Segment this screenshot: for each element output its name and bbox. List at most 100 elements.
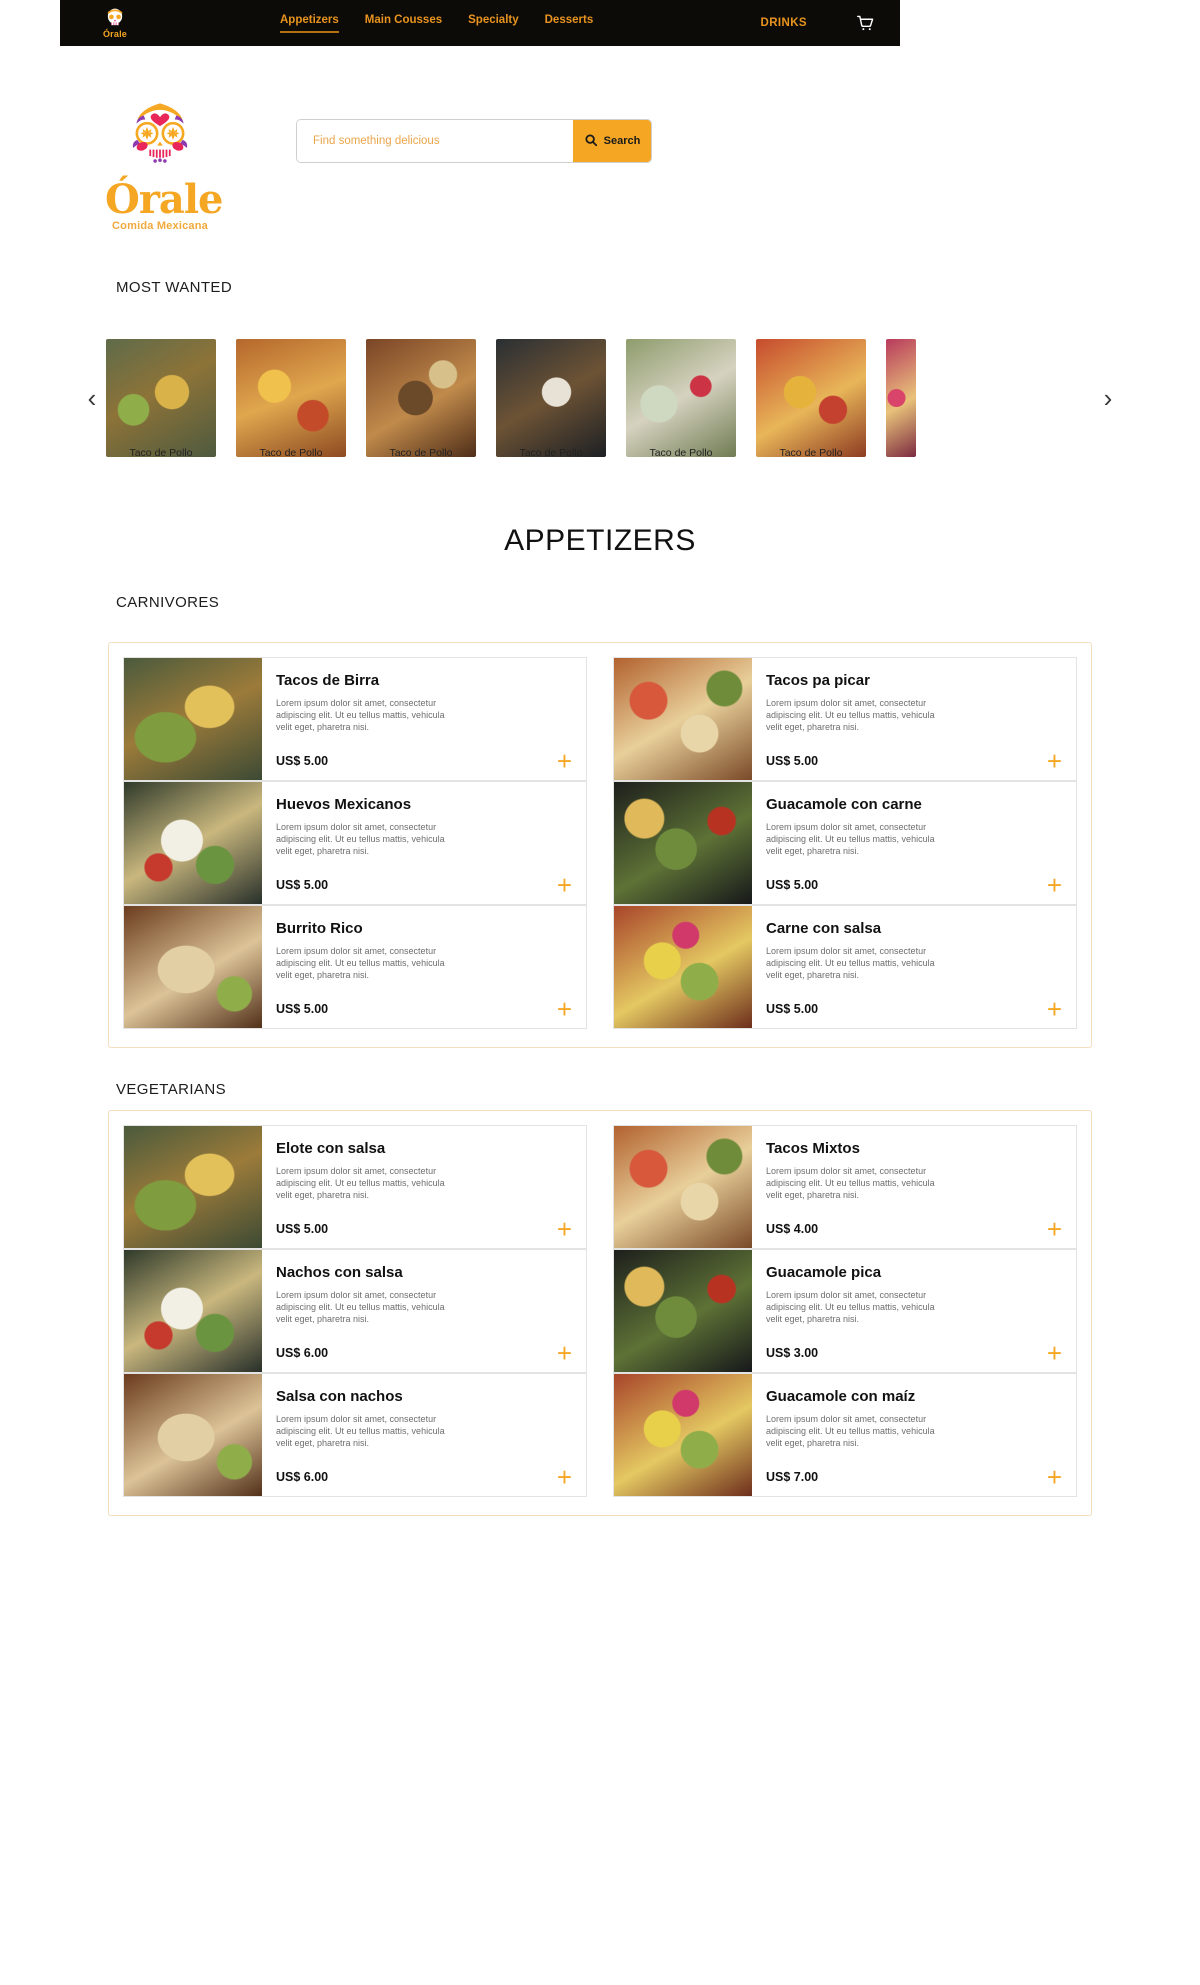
menu-item-card[interactable]: Guacamole con maíz Lorem ipsum dolor sit…	[613, 1373, 1077, 1497]
menu-item-name: Tacos Mixtos	[766, 1140, 860, 1157]
carousel-item[interactable]	[756, 339, 866, 457]
carousel-item[interactable]	[886, 339, 916, 457]
menu-item-card[interactable]: Salsa con nachos Lorem ipsum dolor sit a…	[123, 1373, 587, 1497]
chevron-right-icon[interactable]: ›	[1094, 385, 1122, 411]
brand-tagline: Comida Mexicana	[112, 220, 208, 232]
carousel-item[interactable]	[106, 339, 216, 457]
carousel-caption: Taco de Pollo	[389, 447, 453, 459]
plus-icon[interactable]: +	[1047, 748, 1062, 774]
menu-item-description: Lorem ipsum dolor sit amet, consectetur …	[276, 698, 445, 732]
menu-item-description: Lorem ipsum dolor sit amet, consectetur …	[766, 698, 935, 732]
menu-grid: Elote con salsa Lorem ipsum dolor sit am…	[123, 1125, 1077, 1497]
plus-icon[interactable]: +	[1047, 1216, 1062, 1242]
menu-item-image	[124, 1374, 262, 1496]
menu-grid: Tacos de Birra Lorem ipsum dolor sit ame…	[123, 657, 1077, 1029]
sugar-skull-logo-icon	[119, 96, 201, 174]
menu-item-name: Elote con salsa	[276, 1140, 386, 1157]
menu-item-card[interactable]: Tacos Mixtos Lorem ipsum dolor sit amet,…	[613, 1125, 1077, 1249]
plus-icon[interactable]: +	[557, 1340, 572, 1366]
most-wanted-title: MOST WANTED	[116, 279, 233, 296]
search-icon	[584, 133, 598, 150]
menu-item-price: US$ 5.00	[276, 1222, 329, 1236]
menu-item-image	[614, 1374, 752, 1496]
menu-item-card[interactable]: Carne con salsa Lorem ipsum dolor sit am…	[613, 905, 1077, 1029]
nav-link-specialty[interactable]: Specialty	[468, 14, 519, 33]
carousel-item[interactable]	[366, 339, 476, 457]
menu-item-price: US$ 5.00	[766, 878, 819, 892]
brand-name: Órale	[105, 176, 223, 223]
carousel-caption	[886, 447, 916, 459]
menu-item-card[interactable]: Nachos con salsa Lorem ipsum dolor sit a…	[123, 1249, 587, 1373]
chevron-left-icon[interactable]: ‹	[78, 385, 106, 411]
plus-icon[interactable]: +	[1047, 1464, 1062, 1490]
menu-item-price: US$ 6.00	[276, 1470, 329, 1484]
plus-icon[interactable]: +	[1047, 996, 1062, 1022]
navbar-logo-text: Órale	[102, 29, 127, 39]
menu-item-name: Tacos pa picar	[766, 672, 870, 689]
menu-item-image	[614, 782, 752, 904]
search-button[interactable]: Search	[573, 120, 651, 162]
menu-item-name: Burrito Rico	[276, 920, 363, 937]
navbar-logo[interactable]: Órale	[80, 7, 150, 39]
menu-item-card[interactable]: Elote con salsa Lorem ipsum dolor sit am…	[123, 1125, 587, 1249]
menu-item-name: Salsa con nachos	[276, 1388, 403, 1405]
menu-item-image	[614, 906, 752, 1028]
carousel-item[interactable]	[496, 339, 606, 457]
nav-link-appetizers[interactable]: Appetizers	[280, 14, 339, 33]
menu-item-description: Lorem ipsum dolor sit amet, consectetur …	[766, 1166, 935, 1200]
nav-link-main-cousses[interactable]: Main Cousses	[365, 14, 442, 33]
menu-item-card[interactable]: Guacamole pica Lorem ipsum dolor sit ame…	[613, 1249, 1077, 1373]
menu-item-price: US$ 6.00	[276, 1346, 329, 1360]
nav-link-desserts[interactable]: Desserts	[545, 14, 594, 33]
nav-link-drinks[interactable]: DRINKS	[761, 17, 808, 29]
navbar-right: DRINKS	[761, 15, 875, 32]
carousel-item[interactable]	[626, 339, 736, 457]
plus-icon[interactable]: +	[1047, 872, 1062, 898]
carousel-item[interactable]	[236, 339, 346, 457]
menu-item-card[interactable]: Burrito Rico Lorem ipsum dolor sit amet,…	[123, 905, 587, 1029]
carousel-caption: Taco de Pollo	[519, 447, 583, 459]
menu-item-name: Carne con salsa	[766, 920, 882, 937]
section-title-carnivores: CARNIVORES	[116, 594, 220, 611]
search-input[interactable]	[297, 120, 573, 162]
shopping-cart-icon[interactable]	[857, 15, 874, 32]
menu-item-image	[614, 1250, 752, 1372]
carousel-caption: Taco de Pollo	[779, 447, 843, 459]
menu-item-image	[614, 658, 752, 780]
plus-icon[interactable]: +	[1047, 1340, 1062, 1366]
carousel-caption: Taco de Pollo	[129, 447, 193, 459]
menu-item-name: Guacamole con maíz	[766, 1388, 916, 1405]
menu-item-description: Lorem ipsum dolor sit amet, consectetur …	[766, 1414, 935, 1448]
section-title-vegetarians: VEGETARIANS	[116, 1081, 226, 1098]
menu-item-name: Guacamole con carne	[766, 796, 922, 813]
menu-item-image	[614, 1126, 752, 1248]
carousel-caption: Taco de Pollo	[259, 447, 323, 459]
menu-item-price: US$ 4.00	[766, 1222, 819, 1236]
menu-item-description: Lorem ipsum dolor sit amet, consectetur …	[276, 822, 445, 856]
menu-item-description: Lorem ipsum dolor sit amet, consectetur …	[276, 1166, 445, 1200]
top-navbar: Órale Appetizers Main Cousses Specialty …	[60, 0, 900, 46]
plus-icon[interactable]: +	[557, 748, 572, 774]
brand-block: Órale Comida Mexicana	[105, 96, 223, 232]
menu-item-price: US$ 5.00	[766, 1002, 819, 1016]
menu-item-price: US$ 5.00	[276, 878, 329, 892]
menu-page: Órale Appetizers Main Cousses Specialty …	[0, 0, 1200, 1985]
menu-item-name: Tacos de Birra	[276, 672, 380, 689]
menu-item-price: US$ 5.00	[276, 754, 329, 768]
menu-item-name: Nachos con salsa	[276, 1264, 403, 1281]
menu-item-card[interactable]: Tacos pa picar Lorem ipsum dolor sit ame…	[613, 657, 1077, 781]
menu-item-description: Lorem ipsum dolor sit amet, consectetur …	[276, 1290, 445, 1324]
menu-item-image	[124, 782, 262, 904]
search-button-label: Search	[603, 135, 641, 147]
carousel-caption: Taco de Pollo	[649, 447, 713, 459]
menu-item-card[interactable]: Huevos Mexicanos Lorem ipsum dolor sit a…	[123, 781, 587, 905]
plus-icon[interactable]: +	[557, 1464, 572, 1490]
menu-item-card[interactable]: Guacamole con carne Lorem ipsum dolor si…	[613, 781, 1077, 905]
page-title: APPETIZERS	[504, 524, 696, 557]
menu-item-card[interactable]: Tacos de Birra Lorem ipsum dolor sit ame…	[123, 657, 587, 781]
menu-item-price: US$ 7.00	[766, 1470, 819, 1484]
menu-item-price: US$ 3.00	[766, 1346, 819, 1360]
plus-icon[interactable]: +	[557, 996, 572, 1022]
plus-icon[interactable]: +	[557, 872, 572, 898]
plus-icon[interactable]: +	[557, 1216, 572, 1242]
